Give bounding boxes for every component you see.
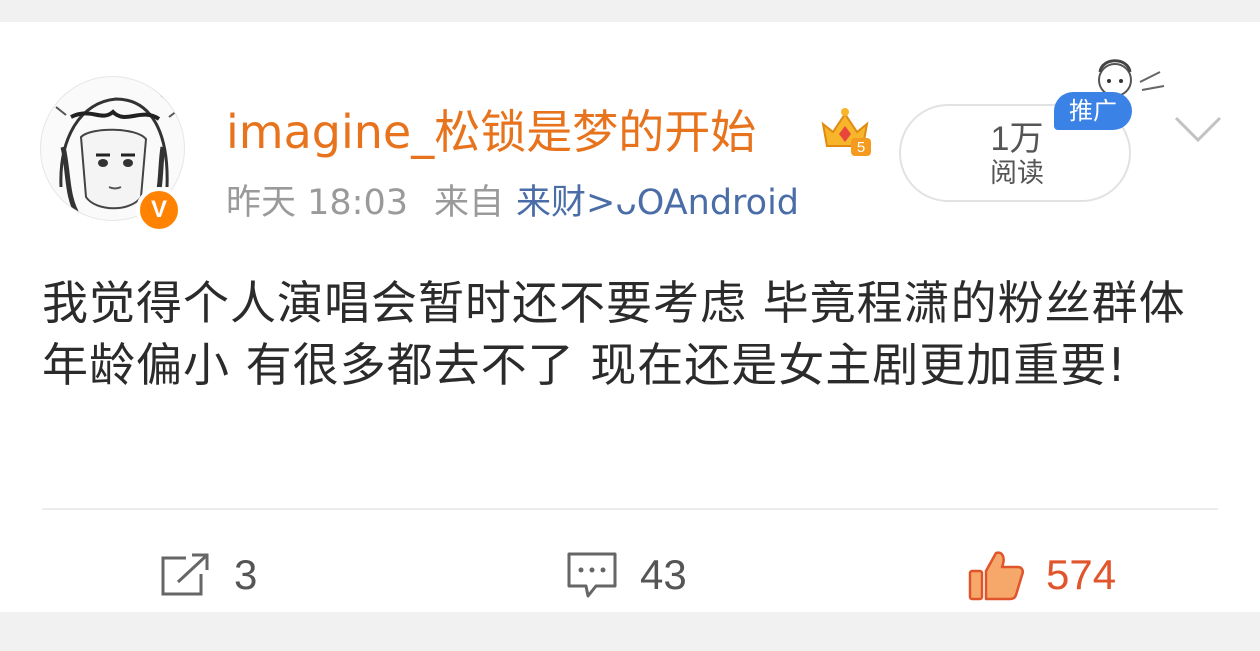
read-label: 阅读	[990, 158, 1044, 189]
thumbs-up-icon	[968, 551, 1024, 601]
comment-icon	[567, 552, 617, 598]
post-content: 我觉得个人演唱会暂时还不要考虑 毕竟程潇的粉丝群体年龄偏小 有很多都去不了 现在…	[42, 276, 1186, 392]
promo-badge: 推广	[1054, 92, 1132, 130]
feed-separator	[0, 612, 1260, 651]
like-button[interactable]: 574	[968, 544, 1116, 606]
repost-count: 3	[234, 551, 258, 598]
source-prefix: 来自	[434, 183, 505, 223]
divider	[42, 508, 1218, 510]
crown-level: 5	[857, 139, 865, 156]
repost-icon	[161, 552, 212, 596]
verified-badge: V	[136, 187, 182, 233]
username[interactable]: imagine_松锁是梦的开始	[226, 102, 756, 162]
post-source[interactable]: 来财>ᴗOAndroid	[516, 183, 799, 223]
post-meta: 昨天 18:03 来自 来财>ᴗOAndroid	[226, 180, 799, 226]
comment-button[interactable]: 43	[566, 544, 687, 606]
repost-button[interactable]: 3	[160, 544, 257, 606]
post-time: 昨天 18:03	[226, 183, 408, 223]
like-count: 574	[1046, 551, 1117, 598]
weibo-post-card: V imagine_松锁是梦的开始 5 昨天 18:03 来自 来财>ᴗOAndro…	[0, 22, 1260, 612]
comment-count: 43	[640, 551, 687, 598]
chevron-down-icon[interactable]	[1172, 110, 1224, 150]
crown-icon[interactable]: 5	[817, 106, 873, 158]
